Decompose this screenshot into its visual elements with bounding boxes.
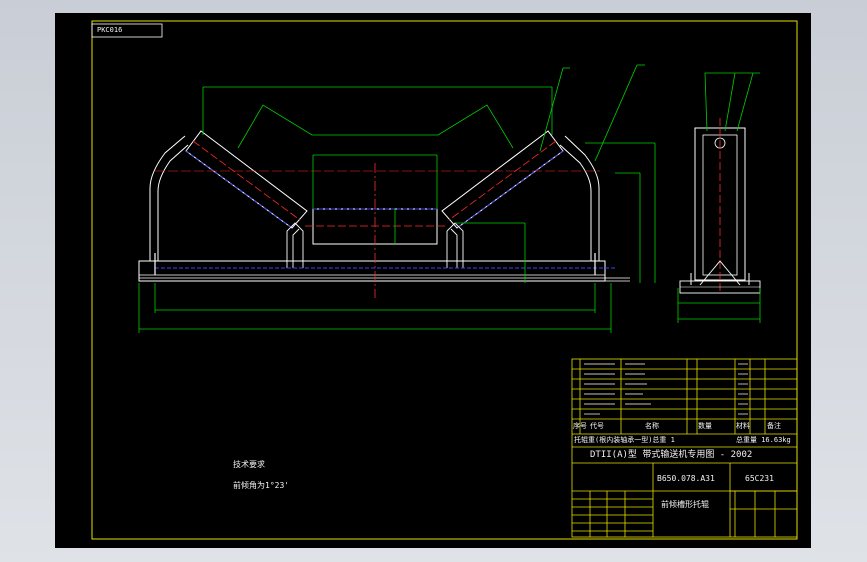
bom-header-no: 序号 [573,422,587,430]
dimensions [138,64,656,333]
standard-title: DTII(A)型 带式输送机专用图 - 2002 [590,450,753,460]
part-name: 前倾槽形托辊 [661,500,709,509]
cad-workspace: PKC016 技术要求 前倾角为1°23' 序号 代号 名称 数量 材料 备注 … [0,0,867,562]
drawing-canvas [91,20,798,540]
bom-header-code: 代号 [590,422,604,430]
drawing-number: B650.078.A31 [657,474,715,483]
note-row: 托辊重(根内装轴承一型)总重 1 [574,436,675,444]
bom-header-name: 名称 [645,422,659,430]
right-roller [441,130,564,229]
title-block [571,358,798,538]
weight-text: 总重量 16.63kg [736,436,791,444]
code-box-label: PKC016 [97,26,123,34]
drawing-sheet[interactable]: PKC016 技术要求 前倾角为1°23' 序号 代号 名称 数量 材料 备注 … [55,13,811,548]
front-view [138,130,630,298]
tech-req-title: 技术要求 [233,460,265,469]
bom-header-qty: 数量 [698,422,712,430]
bom-header-material: 材料 [736,422,750,430]
tech-req-line: 前倾角为1°23' [233,481,290,490]
drawing-code: 65C231 [745,474,774,483]
side-view [677,72,761,323]
bom-header-remark: 备注 [767,422,781,430]
left-roller [185,130,308,229]
